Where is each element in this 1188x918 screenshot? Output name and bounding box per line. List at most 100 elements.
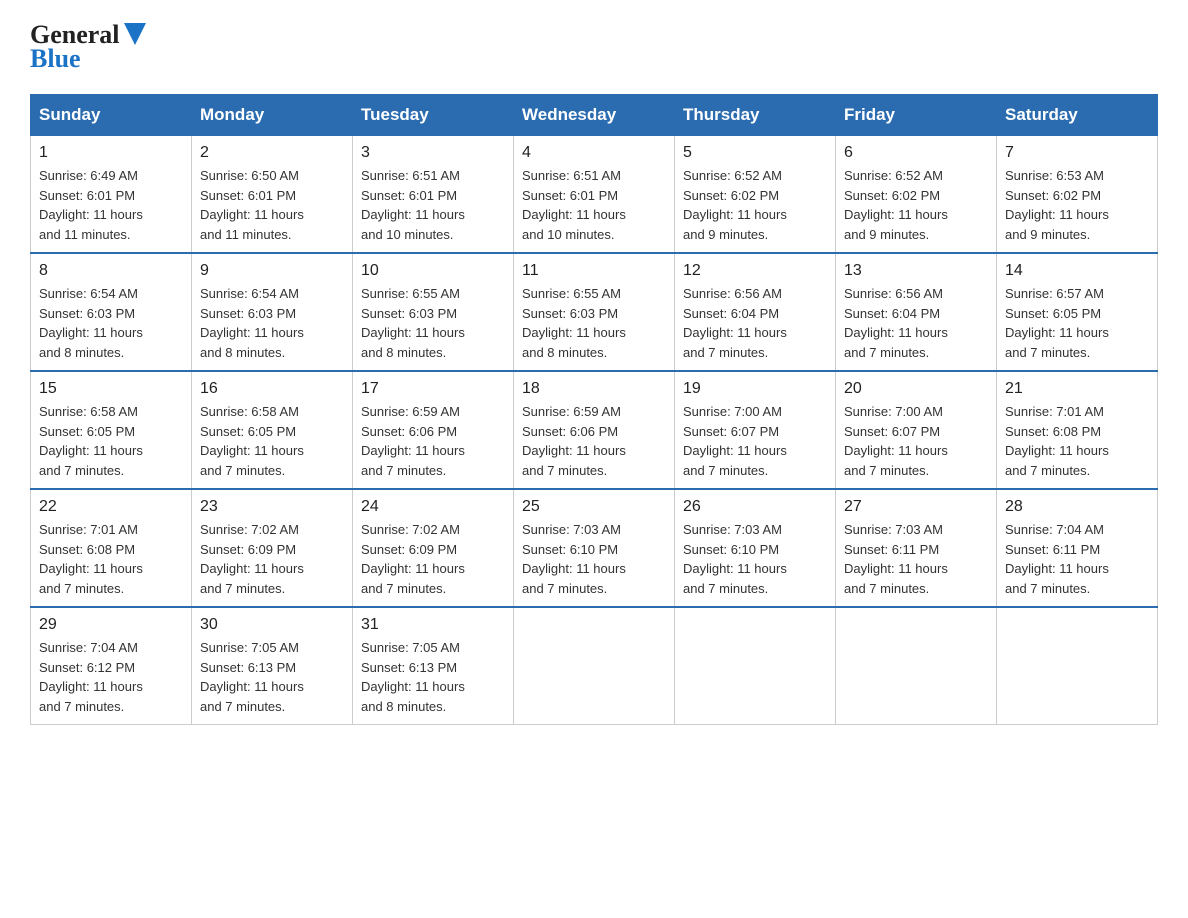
day-info: Sunrise: 7:04 AM Sunset: 6:11 PM Dayligh… [1005,520,1149,598]
calendar-cell: 10 Sunrise: 6:55 AM Sunset: 6:03 PM Dayl… [353,253,514,371]
day-number: 25 [522,498,666,516]
calendar-cell [675,607,836,725]
day-info: Sunrise: 6:54 AM Sunset: 6:03 PM Dayligh… [39,284,183,362]
day-number: 22 [39,498,183,516]
calendar-cell: 24 Sunrise: 7:02 AM Sunset: 6:09 PM Dayl… [353,489,514,607]
calendar-cell: 28 Sunrise: 7:04 AM Sunset: 6:11 PM Dayl… [997,489,1158,607]
day-info: Sunrise: 6:57 AM Sunset: 6:05 PM Dayligh… [1005,284,1149,362]
day-info: Sunrise: 6:58 AM Sunset: 6:05 PM Dayligh… [200,402,344,480]
day-number: 19 [683,380,827,398]
day-number: 24 [361,498,505,516]
calendar-cell: 6 Sunrise: 6:52 AM Sunset: 6:02 PM Dayli… [836,136,997,254]
day-number: 29 [39,616,183,634]
calendar-cell: 14 Sunrise: 6:57 AM Sunset: 6:05 PM Dayl… [997,253,1158,371]
day-info: Sunrise: 6:53 AM Sunset: 6:02 PM Dayligh… [1005,166,1149,244]
day-info: Sunrise: 7:02 AM Sunset: 6:09 PM Dayligh… [200,520,344,598]
day-number: 16 [200,380,344,398]
calendar-cell: 15 Sunrise: 6:58 AM Sunset: 6:05 PM Dayl… [31,371,192,489]
calendar-cell: 27 Sunrise: 7:03 AM Sunset: 6:11 PM Dayl… [836,489,997,607]
day-info: Sunrise: 6:56 AM Sunset: 6:04 PM Dayligh… [844,284,988,362]
header: General Blue [30,20,1158,74]
day-number: 20 [844,380,988,398]
calendar-cell: 13 Sunrise: 6:56 AM Sunset: 6:04 PM Dayl… [836,253,997,371]
header-wednesday: Wednesday [514,95,675,136]
day-info: Sunrise: 6:51 AM Sunset: 6:01 PM Dayligh… [361,166,505,244]
day-number: 23 [200,498,344,516]
day-number: 12 [683,262,827,280]
calendar-cell: 12 Sunrise: 6:56 AM Sunset: 6:04 PM Dayl… [675,253,836,371]
day-info: Sunrise: 6:50 AM Sunset: 6:01 PM Dayligh… [200,166,344,244]
calendar-cell: 7 Sunrise: 6:53 AM Sunset: 6:02 PM Dayli… [997,136,1158,254]
day-number: 5 [683,144,827,162]
day-number: 6 [844,144,988,162]
day-number: 7 [1005,144,1149,162]
day-info: Sunrise: 6:49 AM Sunset: 6:01 PM Dayligh… [39,166,183,244]
day-info: Sunrise: 7:05 AM Sunset: 6:13 PM Dayligh… [200,638,344,716]
header-friday: Friday [836,95,997,136]
day-number: 11 [522,262,666,280]
header-monday: Monday [192,95,353,136]
day-info: Sunrise: 7:04 AM Sunset: 6:12 PM Dayligh… [39,638,183,716]
calendar-cell: 20 Sunrise: 7:00 AM Sunset: 6:07 PM Dayl… [836,371,997,489]
day-number: 2 [200,144,344,162]
calendar-cell: 29 Sunrise: 7:04 AM Sunset: 6:12 PM Dayl… [31,607,192,725]
day-number: 1 [39,144,183,162]
header-tuesday: Tuesday [353,95,514,136]
header-saturday: Saturday [997,95,1158,136]
day-info: Sunrise: 7:01 AM Sunset: 6:08 PM Dayligh… [1005,402,1149,480]
day-number: 21 [1005,380,1149,398]
day-number: 27 [844,498,988,516]
day-number: 10 [361,262,505,280]
calendar-cell: 18 Sunrise: 6:59 AM Sunset: 6:06 PM Dayl… [514,371,675,489]
day-number: 30 [200,616,344,634]
logo-triangle-icon [124,23,146,45]
day-info: Sunrise: 7:01 AM Sunset: 6:08 PM Dayligh… [39,520,183,598]
calendar-cell: 11 Sunrise: 6:55 AM Sunset: 6:03 PM Dayl… [514,253,675,371]
day-number: 17 [361,380,505,398]
calendar-cell: 23 Sunrise: 7:02 AM Sunset: 6:09 PM Dayl… [192,489,353,607]
day-info: Sunrise: 6:59 AM Sunset: 6:06 PM Dayligh… [522,402,666,480]
header-sunday: Sunday [31,95,192,136]
calendar-cell: 30 Sunrise: 7:05 AM Sunset: 6:13 PM Dayl… [192,607,353,725]
day-info: Sunrise: 7:00 AM Sunset: 6:07 PM Dayligh… [844,402,988,480]
calendar-cell: 19 Sunrise: 7:00 AM Sunset: 6:07 PM Dayl… [675,371,836,489]
day-info: Sunrise: 6:51 AM Sunset: 6:01 PM Dayligh… [522,166,666,244]
day-info: Sunrise: 6:55 AM Sunset: 6:03 PM Dayligh… [522,284,666,362]
calendar-cell: 4 Sunrise: 6:51 AM Sunset: 6:01 PM Dayli… [514,136,675,254]
day-number: 26 [683,498,827,516]
week-row-2: 15 Sunrise: 6:58 AM Sunset: 6:05 PM Dayl… [31,371,1158,489]
calendar-cell: 21 Sunrise: 7:01 AM Sunset: 6:08 PM Dayl… [997,371,1158,489]
day-number: 9 [200,262,344,280]
logo: General Blue [30,20,146,74]
calendar-cell: 25 Sunrise: 7:03 AM Sunset: 6:10 PM Dayl… [514,489,675,607]
week-row-0: 1 Sunrise: 6:49 AM Sunset: 6:01 PM Dayli… [31,136,1158,254]
calendar-cell: 26 Sunrise: 7:03 AM Sunset: 6:10 PM Dayl… [675,489,836,607]
calendar-cell: 8 Sunrise: 6:54 AM Sunset: 6:03 PM Dayli… [31,253,192,371]
calendar-cell: 9 Sunrise: 6:54 AM Sunset: 6:03 PM Dayli… [192,253,353,371]
calendar-cell: 3 Sunrise: 6:51 AM Sunset: 6:01 PM Dayli… [353,136,514,254]
calendar-table: SundayMondayTuesdayWednesdayThursdayFrid… [30,94,1158,725]
day-info: Sunrise: 7:05 AM Sunset: 6:13 PM Dayligh… [361,638,505,716]
day-info: Sunrise: 7:03 AM Sunset: 6:11 PM Dayligh… [844,520,988,598]
calendar-cell: 1 Sunrise: 6:49 AM Sunset: 6:01 PM Dayli… [31,136,192,254]
header-thursday: Thursday [675,95,836,136]
calendar-cell: 16 Sunrise: 6:58 AM Sunset: 6:05 PM Dayl… [192,371,353,489]
day-number: 15 [39,380,183,398]
day-number: 28 [1005,498,1149,516]
day-info: Sunrise: 7:03 AM Sunset: 6:10 PM Dayligh… [683,520,827,598]
day-number: 18 [522,380,666,398]
day-info: Sunrise: 6:59 AM Sunset: 6:06 PM Dayligh… [361,402,505,480]
calendar-cell: 17 Sunrise: 6:59 AM Sunset: 6:06 PM Dayl… [353,371,514,489]
day-number: 14 [1005,262,1149,280]
calendar-cell: 5 Sunrise: 6:52 AM Sunset: 6:02 PM Dayli… [675,136,836,254]
day-number: 31 [361,616,505,634]
calendar-cell: 31 Sunrise: 7:05 AM Sunset: 6:13 PM Dayl… [353,607,514,725]
day-info: Sunrise: 7:00 AM Sunset: 6:07 PM Dayligh… [683,402,827,480]
day-info: Sunrise: 6:58 AM Sunset: 6:05 PM Dayligh… [39,402,183,480]
day-info: Sunrise: 6:52 AM Sunset: 6:02 PM Dayligh… [844,166,988,244]
calendar-cell: 2 Sunrise: 6:50 AM Sunset: 6:01 PM Dayli… [192,136,353,254]
calendar-cell [836,607,997,725]
day-info: Sunrise: 6:56 AM Sunset: 6:04 PM Dayligh… [683,284,827,362]
day-number: 8 [39,262,183,280]
day-info: Sunrise: 6:54 AM Sunset: 6:03 PM Dayligh… [200,284,344,362]
